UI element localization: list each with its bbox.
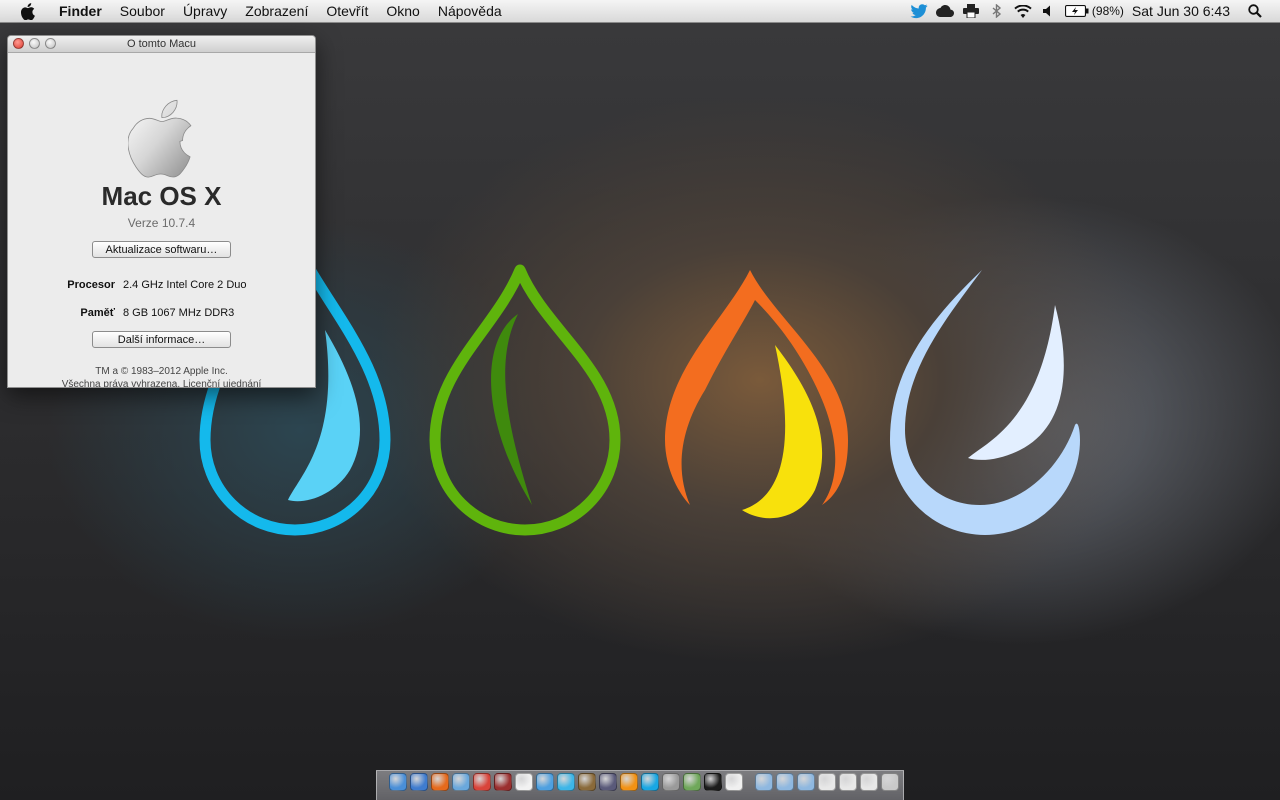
twitter-icon[interactable] [557, 773, 575, 791]
vlc-icon[interactable] [620, 773, 638, 791]
stack-icon-3[interactable] [860, 773, 878, 791]
menu-bar: Finder Soubor Úpravy Zobrazení Otevřít O… [0, 0, 1280, 800]
dock-apps [389, 773, 743, 791]
photo-booth-icon[interactable] [494, 773, 512, 791]
activity-monitor-icon[interactable] [683, 773, 701, 791]
safari-icon[interactable] [452, 773, 470, 791]
firefox-icon[interactable] [431, 773, 449, 791]
processor-value: 2.4 GHz Intel Core 2 Duo [123, 279, 247, 291]
dock [376, 770, 904, 800]
orange-drop [665, 270, 848, 519]
light-blue-drop [890, 270, 1080, 535]
stack-icon-2[interactable] [839, 773, 857, 791]
dock-folders [755, 773, 899, 791]
app-store-icon[interactable] [410, 773, 428, 791]
pen-tool-icon[interactable] [599, 773, 617, 791]
trash-icon[interactable] [881, 773, 899, 791]
documents-folder-icon[interactable] [776, 773, 794, 791]
skype-icon[interactable] [641, 773, 659, 791]
about-this-mac-window: O tomto Macu Mac OS X Verze 10.7.4 Aktua… [7, 35, 316, 388]
close-window-button[interactable] [13, 38, 24, 49]
applications-folder-icon[interactable] [755, 773, 773, 791]
chrome-icon[interactable] [473, 773, 491, 791]
copyright-text: TM a © 1983–2012 Apple Inc. [95, 366, 228, 377]
terminal-icon[interactable] [704, 773, 722, 791]
text-edit-icon[interactable] [725, 773, 743, 791]
more-info-button[interactable]: Další informace… [92, 331, 231, 348]
memory-value: 8 GB 1067 MHz DDR3 [123, 307, 235, 319]
calendar-icon[interactable] [515, 773, 533, 791]
system-preferences-icon[interactable] [662, 773, 680, 791]
stack-icon-1[interactable] [818, 773, 836, 791]
itunes-icon[interactable] [536, 773, 554, 791]
os-version: Verze 10.7.4 [127, 216, 196, 230]
green-drop [429, 264, 621, 536]
minimize-window-button[interactable] [29, 38, 40, 49]
preview-icon[interactable] [578, 773, 596, 791]
processor-label: Procesor [67, 279, 115, 291]
zoom-window-button[interactable] [45, 38, 56, 49]
rights-license-text[interactable]: Všechna práva vyhrazena. Licenční ujedná… [8, 378, 315, 387]
window-titlebar[interactable]: O tomto Macu [8, 36, 315, 53]
downloads-folder-icon[interactable] [797, 773, 815, 791]
os-name: Mac OS X [101, 181, 222, 211]
software-update-button[interactable]: Aktualizace softwaru… [92, 241, 231, 258]
memory-label: Paměť [80, 307, 115, 319]
apple-logo-icon [128, 99, 192, 178]
window-title: O tomto Macu [126, 38, 197, 50]
finder-icon[interactable] [389, 773, 407, 791]
